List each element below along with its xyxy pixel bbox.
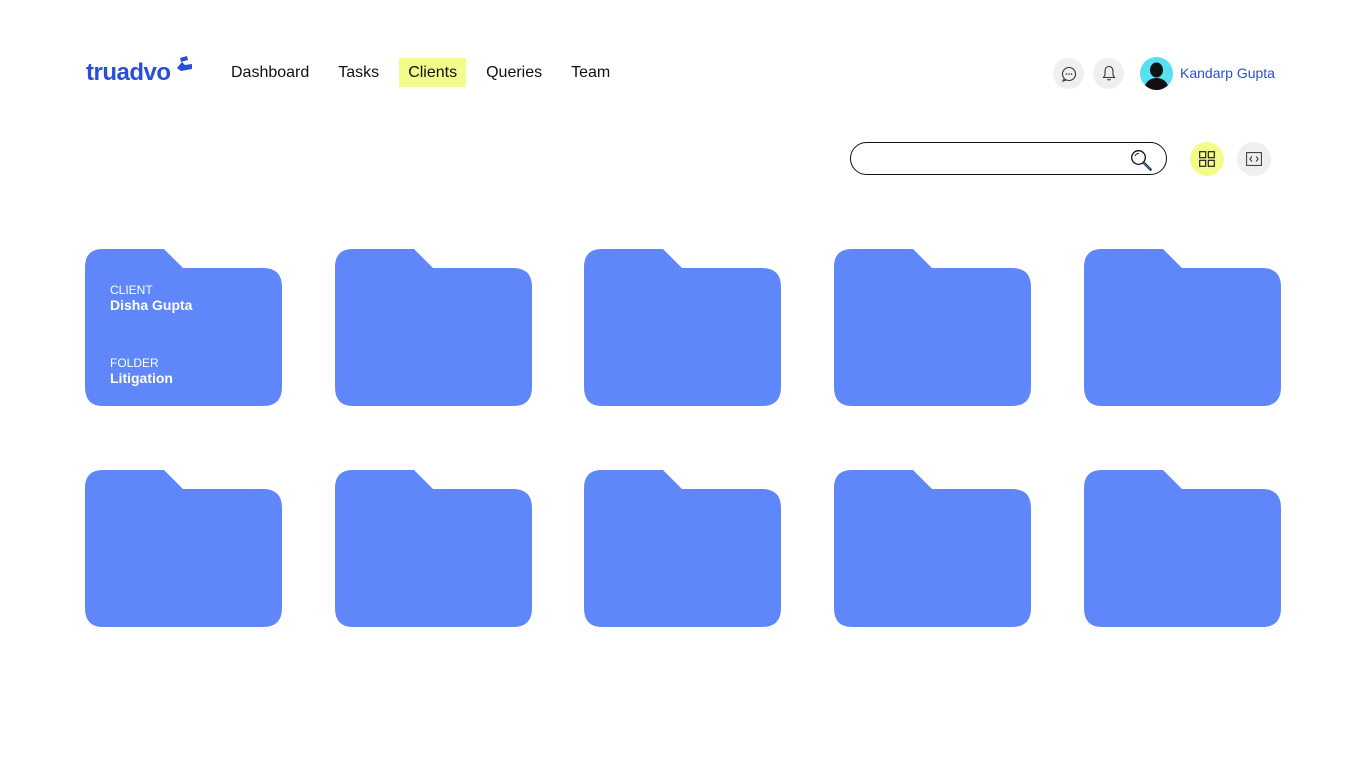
- search-icon[interactable]: [1130, 149, 1152, 171]
- code-icon: [1246, 152, 1262, 166]
- client-folder[interactable]: [834, 470, 1031, 627]
- folder-icon: [1084, 249, 1281, 406]
- brand-logo[interactable]: truadvo: [86, 56, 192, 88]
- client-folder[interactable]: [1084, 470, 1281, 627]
- folder-icon: [1084, 470, 1281, 627]
- client-label: CLIENT: [110, 283, 153, 297]
- client-folder[interactable]: [335, 470, 532, 627]
- logo-mark-icon: [177, 56, 192, 71]
- user-name[interactable]: Kandarp Gupta: [1180, 65, 1275, 81]
- folder-label: FOLDER: [110, 356, 159, 370]
- nav-dashboard[interactable]: Dashboard: [222, 58, 318, 87]
- folder-icon: [584, 470, 781, 627]
- client-folder[interactable]: [335, 249, 532, 406]
- notifications-button[interactable]: [1093, 58, 1124, 89]
- chat-bubble-icon: [1061, 66, 1076, 82]
- client-folder[interactable]: [85, 470, 282, 627]
- nav-queries[interactable]: Queries: [477, 58, 551, 87]
- folder-name: Litigation: [110, 370, 173, 386]
- code-view-button[interactable]: [1237, 142, 1271, 176]
- avatar[interactable]: [1140, 57, 1173, 90]
- nav-tasks[interactable]: Tasks: [329, 58, 388, 87]
- search-box[interactable]: [850, 142, 1167, 175]
- folder-icon: [85, 470, 282, 627]
- client-folder[interactable]: [834, 249, 1031, 406]
- nav-clients[interactable]: Clients: [399, 58, 467, 87]
- folder-icon: [335, 249, 532, 406]
- client-folder[interactable]: [1084, 249, 1281, 406]
- nav-team[interactable]: Team: [562, 58, 619, 87]
- main-nav: Dashboard Tasks Clients Queries Team: [222, 58, 630, 87]
- client-folder[interactable]: [584, 249, 781, 406]
- chat-button[interactable]: [1053, 58, 1084, 89]
- logo-text: truadvo: [86, 59, 171, 86]
- client-folder[interactable]: CLIENT Disha Gupta FOLDER Litigation: [85, 249, 282, 406]
- client-name: Disha Gupta: [110, 297, 193, 313]
- folder-icon: [584, 249, 781, 406]
- grid-view-button[interactable]: [1190, 142, 1224, 176]
- folder-icon: [335, 470, 532, 627]
- user-silhouette-icon: [1144, 62, 1169, 90]
- grid-icon: [1199, 151, 1215, 167]
- folder-icon: [834, 249, 1031, 406]
- folder-icon: [834, 470, 1031, 627]
- bell-icon: [1102, 65, 1115, 81]
- client-folder[interactable]: [584, 470, 781, 627]
- search-input[interactable]: [865, 149, 1119, 171]
